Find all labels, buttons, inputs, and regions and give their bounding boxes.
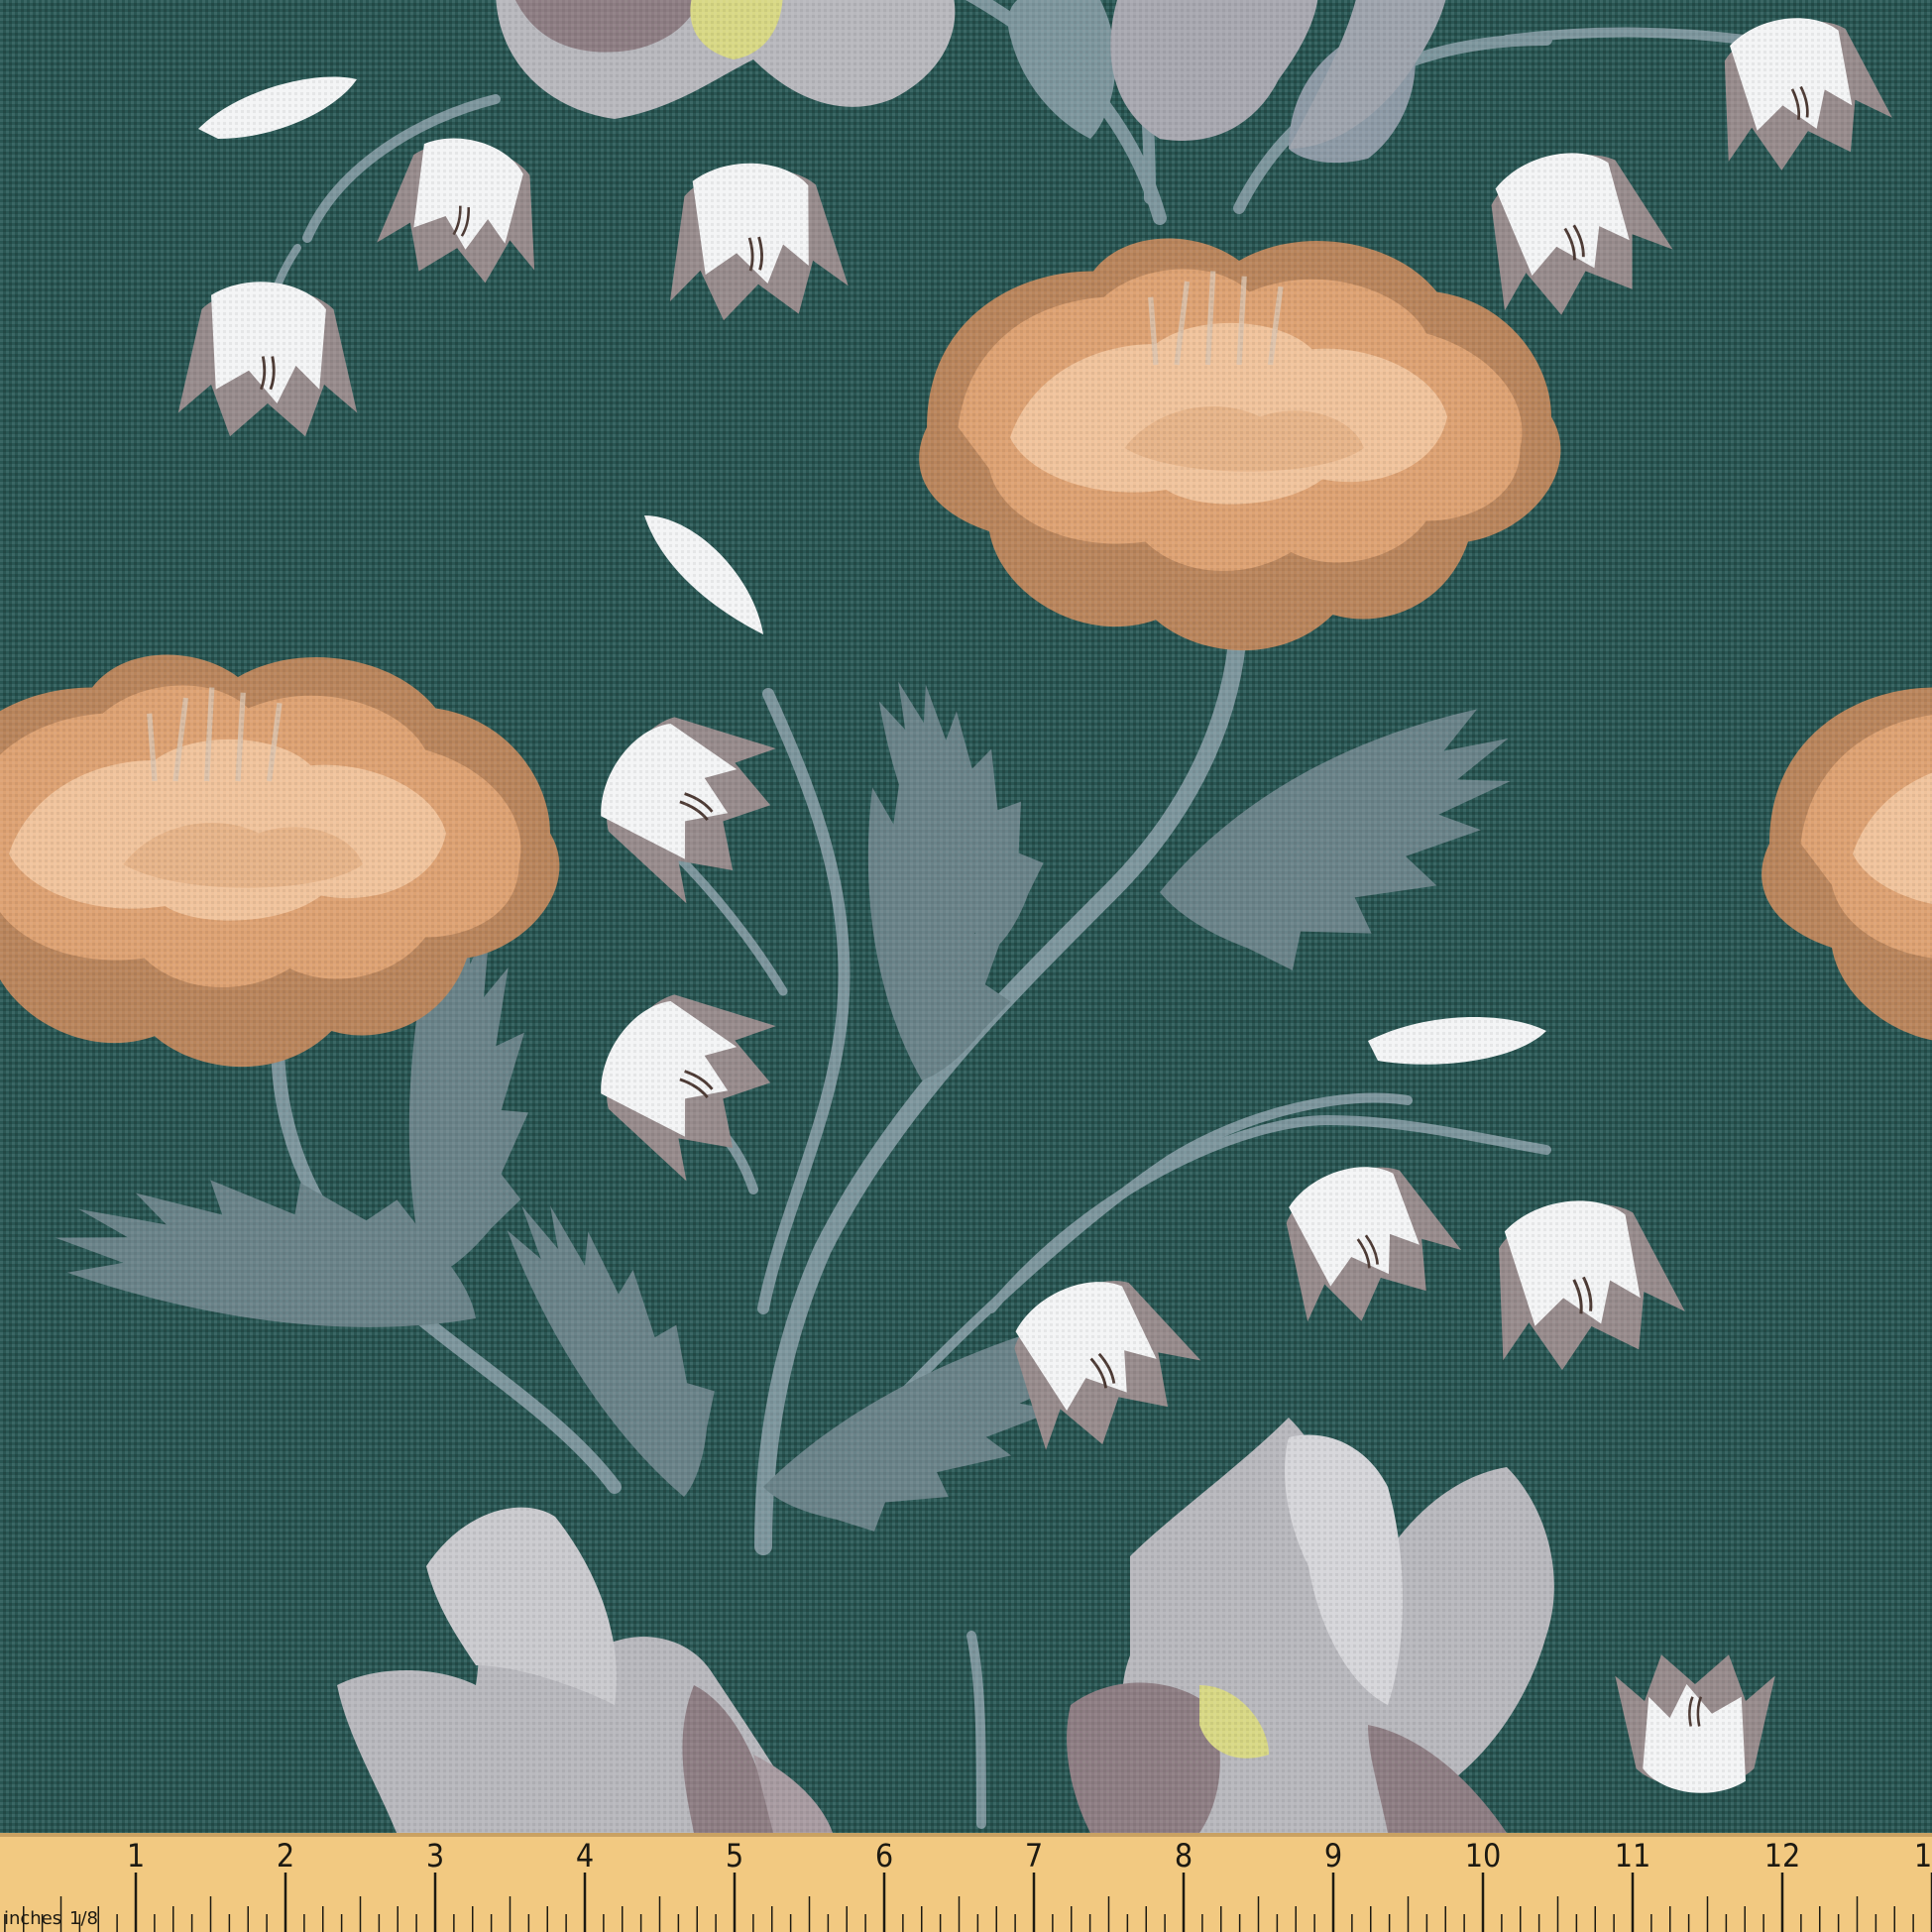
measuring-ruler: 1 2 3 4 5 6 7 8 9 10 11 12 1 inches 1/8	[0, 1833, 1932, 1932]
ruler-number: 10	[1465, 1837, 1502, 1875]
ruler-number: 1	[127, 1837, 145, 1875]
floral-fabric-print	[0, 0, 1932, 1833]
ruler-number: 9	[1324, 1837, 1342, 1875]
ruler-unit-label: inches	[4, 1908, 61, 1929]
ruler-number: 2	[277, 1837, 294, 1875]
ruler-number: 11	[1615, 1837, 1651, 1875]
ruler-number: 12	[1764, 1837, 1801, 1875]
ruler-number: 8	[1175, 1837, 1193, 1875]
ruler-number: 7	[1025, 1837, 1043, 1875]
ruler-number: 5	[726, 1837, 743, 1875]
ruler-number: 6	[875, 1837, 893, 1875]
ruler-number: 4	[576, 1837, 594, 1875]
ruler-fraction-label: 1/8	[69, 1908, 98, 1929]
ruler-number: 3	[426, 1837, 444, 1875]
ruler-number: 1	[1914, 1837, 1932, 1875]
